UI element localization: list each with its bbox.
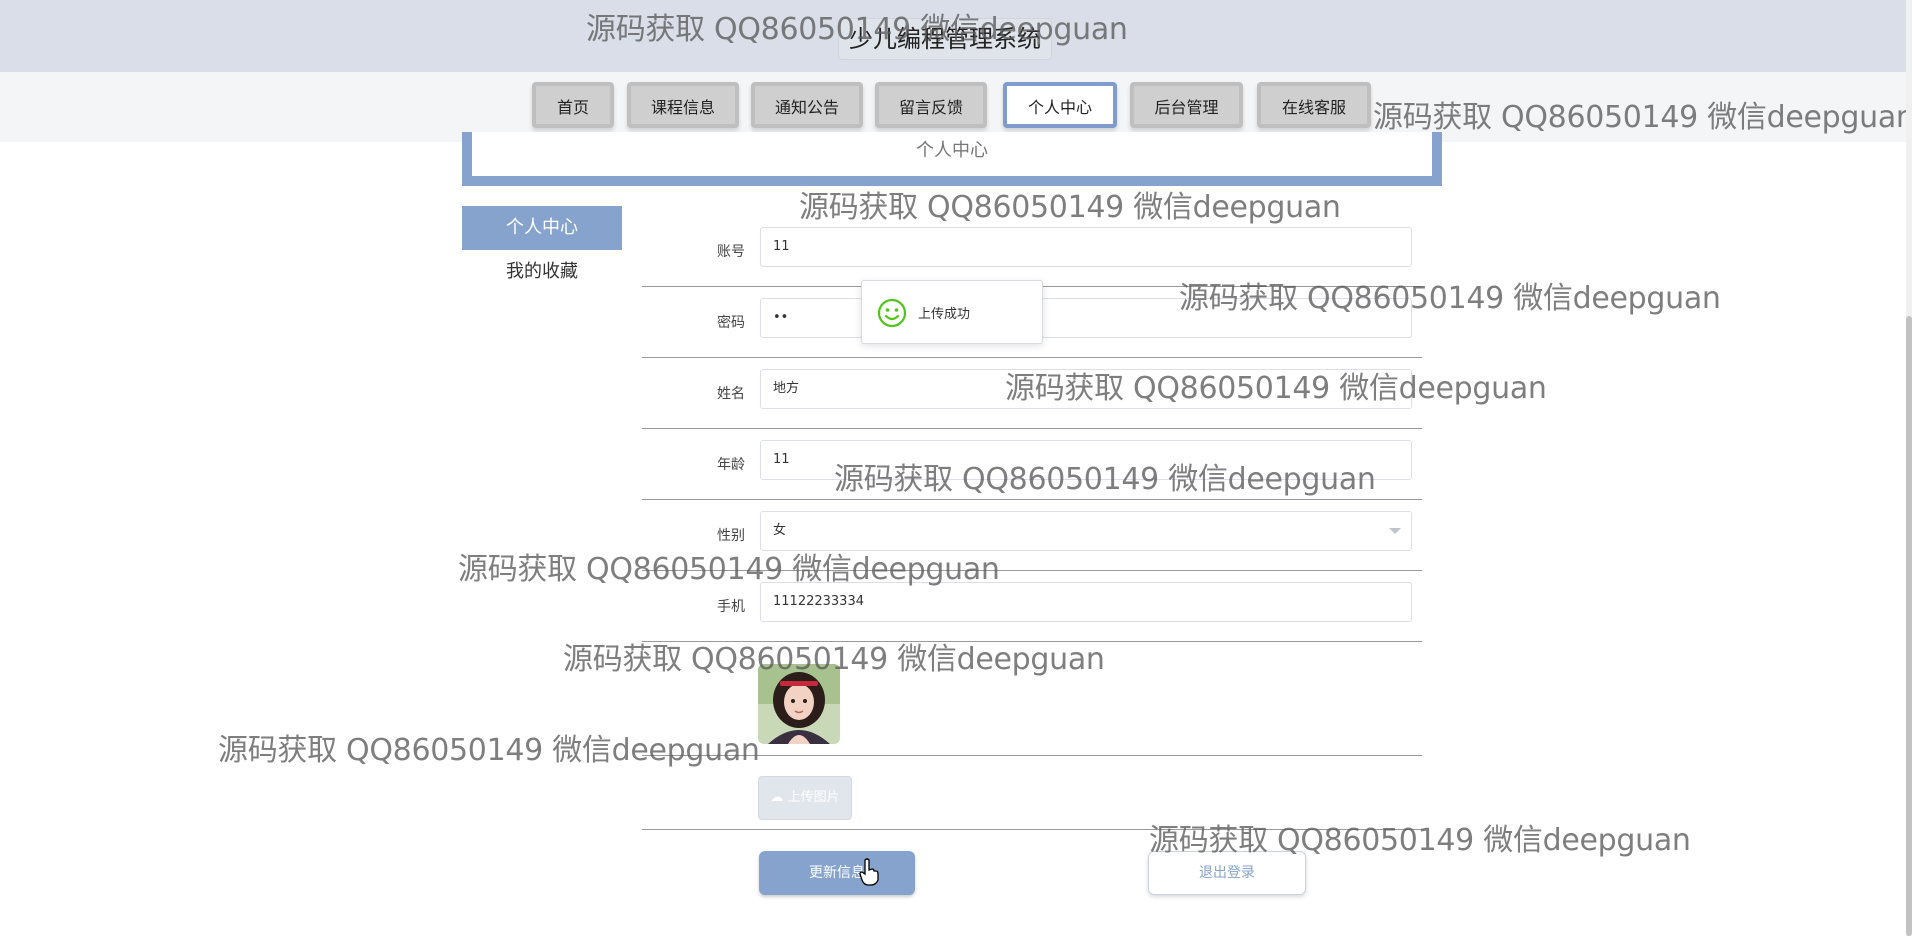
success-toast: 上传成功 [861, 280, 1043, 344]
nav-item-admin[interactable]: 后台管理 [1130, 82, 1243, 128]
chevron-down-icon[interactable] [1389, 528, 1401, 534]
scrollbar-track[interactable] [1906, 0, 1912, 936]
form-row-age: 年龄 11 [642, 430, 1422, 500]
nav-item-notices[interactable]: 通知公告 [751, 82, 863, 128]
name-input[interactable]: 地方 [760, 369, 1412, 409]
age-input[interactable]: 11 [760, 440, 1412, 480]
form-row-phone: 手机 11122233334 [642, 572, 1422, 642]
avatar-illustration [758, 664, 840, 744]
smile-icon [877, 298, 907, 328]
account-label: 账号 [717, 244, 745, 260]
site-title: 少儿编程管理系统 [838, 18, 1052, 60]
phone-input[interactable]: 11122233334 [760, 582, 1412, 622]
avatar-image [758, 664, 840, 744]
sidebar-item-favorites[interactable]: 我的收藏 [462, 250, 622, 294]
nav-item-feedback[interactable]: 留言反馈 [875, 82, 987, 128]
upload-image-label: 上传图片 [787, 790, 840, 805]
gender-select[interactable]: 女 [760, 511, 1412, 551]
divider [642, 829, 1422, 830]
toast-message: 上传成功 [918, 307, 971, 322]
nav-item-personal-center[interactable]: 个人中心 [1003, 82, 1117, 128]
logout-button[interactable]: 退出登录 [1148, 851, 1306, 895]
update-info-button[interactable]: 更新信息 [759, 851, 915, 895]
cloud-upload-icon: ☁ [770, 790, 784, 805]
password-label: 密码 [717, 315, 745, 331]
password-input[interactable]: •• [760, 298, 1412, 338]
form-row-name: 姓名 地方 [642, 359, 1422, 429]
gender-selected-value: 女 [773, 523, 787, 538]
sidebar-item-personal-center[interactable]: 个人中心 [462, 206, 622, 250]
nav-item-online-service[interactable]: 在线客服 [1257, 82, 1371, 128]
age-label: 年龄 [717, 457, 745, 473]
account-input[interactable]: 11 [760, 227, 1412, 267]
nav-item-home[interactable]: 首页 [532, 82, 614, 128]
phone-label: 手机 [717, 599, 745, 615]
scrollbar-thumb[interactable] [1906, 316, 1912, 936]
sidebar: 个人中心 我的收藏 [462, 206, 622, 294]
form-row-gender: 性别 女 [642, 501, 1422, 571]
nav-item-courses[interactable]: 课程信息 [627, 82, 739, 128]
breadcrumb-label: 个人中心 [916, 140, 988, 161]
breadcrumb: 个人中心 [462, 132, 1442, 186]
form-row-account: 账号 11 [642, 217, 1422, 287]
hand-cursor-icon [859, 858, 879, 886]
upload-image-button[interactable]: ☁ 上传图片 [758, 776, 852, 820]
name-label: 姓名 [717, 386, 745, 402]
gender-label: 性别 [717, 528, 745, 544]
